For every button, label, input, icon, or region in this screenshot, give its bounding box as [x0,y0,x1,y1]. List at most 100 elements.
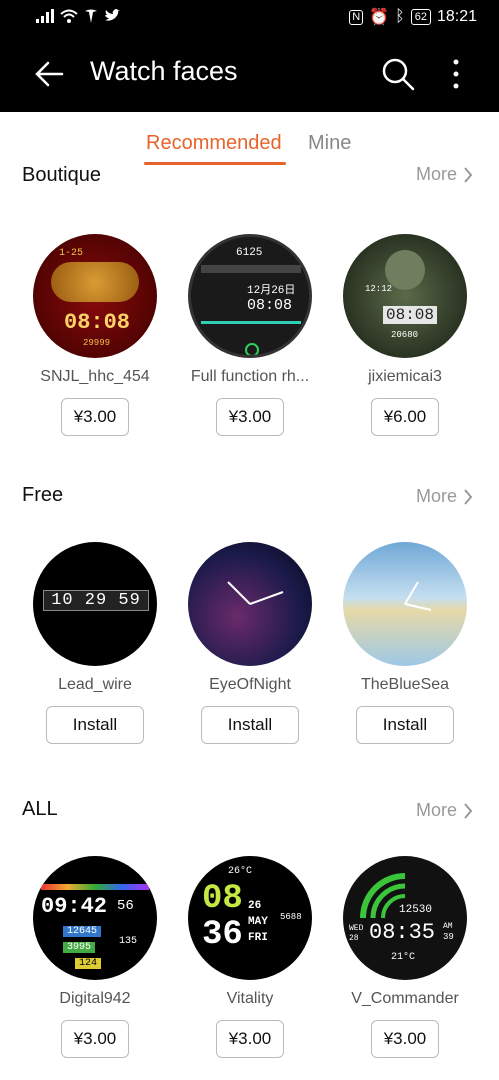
watch-date: 12月26日 [247,285,296,297]
more-label: More [415,166,457,184]
watch-time: 10 29 59 [43,590,149,611]
watch-bpm: 135 [119,936,138,947]
price-button[interactable]: ¥6.00 [371,398,439,436]
watch-weekday: WED [349,924,364,933]
watch-face-preview: 10 29 59 [33,542,157,666]
active-tab-indicator [144,162,286,165]
price-button[interactable]: ¥3.00 [216,1020,284,1058]
watch-card[interactable]: 12:12 08:08 20680 jixiemicai3 ¥6.00 [330,234,480,436]
more-link-all[interactable]: More [416,800,473,821]
watch-time: 08:08 [64,310,131,335]
watch-kcal: 3995 [63,942,96,953]
more-link-free[interactable]: More [416,486,473,507]
more-options-icon[interactable] [444,56,468,92]
watch-steps: 29999 [83,338,111,348]
watch-steps: 12530 [399,904,433,916]
section-all: ALL More 09:42 56 12645 3995 124 135 Dig… [0,780,499,1080]
watch-face-preview [188,542,312,666]
status-left-icons [36,9,120,23]
twitter-icon [105,9,120,21]
status-bar: N ⏰ ᛒ 62 18:21 [0,0,499,34]
watch-steps: 20680 [391,330,419,340]
tab-bar: Recommended Mine [0,112,499,166]
watch-date: 28 [349,934,359,943]
watch-name: Full function rh... [190,368,310,385]
wifi-icon [60,9,78,23]
battery-level: 62 [410,9,431,25]
watch-face-preview: 12530 WED 28 08:35 AM 39 21°C [343,856,467,980]
watch-hands [404,581,432,611]
page-title: Watch faces [90,56,238,86]
back-arrow-icon[interactable] [32,56,68,92]
install-button[interactable]: Install [46,706,144,744]
price-button[interactable]: ¥3.00 [61,398,129,436]
watch-face-preview: 12:12 08:08 20680 [343,234,467,358]
watch-time: 09:42 [41,894,108,919]
watch-name: Digital942 [59,990,131,1007]
watch-date: 1-25 [59,248,84,259]
install-button[interactable]: Install [201,706,299,744]
watch-temp: 21°C [391,952,416,963]
watch-steps: 12645 [63,926,102,937]
section-title-all: ALL [22,798,58,820]
tab-recommended[interactable]: Recommended [146,132,282,155]
watch-progress [201,321,301,324]
watch-card[interactable]: 6125 12月26日 08:08 Full function rh... ¥3… [175,234,325,436]
status-right-icons: N ⏰ ᛒ 62 18:21 [349,7,477,27]
watch-name: jixiemicai3 [368,368,442,385]
more-label: More [415,800,457,820]
content-scroll[interactable]: Boutique More 1-25 08:08 29999 SNJL_hhc_… [0,166,499,1080]
watch-card[interactable]: 09:42 56 12645 3995 124 135 Digital942 ¥… [20,856,170,1058]
watch-day: 26 [248,900,262,912]
watch-card[interactable]: TheBlueSea Install [330,542,480,744]
watch-hour: 08 [202,880,243,918]
watch-steps: 5688 [280,912,302,922]
watch-card[interactable]: 12530 WED 28 08:35 AM 39 21°C V_Commande… [330,856,480,1058]
watch-week-bar [41,884,149,890]
watch-card[interactable]: 26°C 08 36 26 MAY FRI 5688 Vitality ¥3.0… [175,856,325,1058]
watch-pm: 124 [75,958,102,969]
chevron-right-icon [464,488,473,505]
section-free: Free More 10 29 59 Lead_wire Install Eye… [0,466,499,776]
watch-sec: 39 [443,932,454,942]
watch-face-preview: 1-25 08:08 29999 [33,234,157,358]
clock: 18:21 [436,8,477,25]
watch-card[interactable]: 1-25 08:08 29999 SNJL_hhc_454 ¥3.00 [20,234,170,436]
watch-name: V_Commander [351,990,459,1007]
watch-name: SNJL_hhc_454 [40,368,150,385]
watch-name: Vitality [226,990,274,1007]
watch-card[interactable]: 10 29 59 Lead_wire Install [20,542,170,744]
price-button[interactable]: ¥3.00 [61,1020,129,1058]
watch-time: 08:08 [247,297,293,314]
tab-mine[interactable]: Mine [308,132,351,155]
watch-seconds: 56 [117,898,134,914]
watch-face-preview: 6125 12月26日 08:08 [188,234,312,358]
price-button[interactable]: ¥3.00 [216,398,284,436]
section-title-free: Free [22,484,64,506]
nfc-icon: N [349,9,364,25]
watch-face-preview: 09:42 56 12645 3995 124 135 [33,856,157,980]
price-button[interactable]: ¥3.00 [371,1020,439,1058]
watch-name: EyeOfNight [209,676,291,693]
watch-week-bar [201,265,301,273]
watch-steps: 6125 [236,247,263,259]
watch-month: MAY [248,916,268,928]
watch-date: 12:12 [365,284,393,294]
watch-face-preview [343,542,467,666]
chevron-right-icon [464,166,473,183]
watch-face-preview: 26°C 08 36 26 MAY FRI 5688 [188,856,312,980]
more-label: More [415,486,457,506]
install-button[interactable]: Install [356,706,454,744]
watch-minute: 36 [202,916,243,954]
section-title-boutique: Boutique [22,166,101,186]
watch-weekday: FRI [248,932,268,944]
tesla-icon [85,9,97,23]
search-icon[interactable] [380,56,416,92]
app-bar: Watch faces [0,34,499,112]
bluetooth-icon: ᛒ [395,8,405,25]
watch-card[interactable]: EyeOfNight Install [175,542,325,744]
watch-time: 08:08 [383,306,438,324]
watch-name: Lead_wire [58,676,132,693]
section-boutique: Boutique More 1-25 08:08 29999 SNJL_hhc_… [0,166,499,450]
more-link-boutique[interactable]: More [416,166,473,185]
